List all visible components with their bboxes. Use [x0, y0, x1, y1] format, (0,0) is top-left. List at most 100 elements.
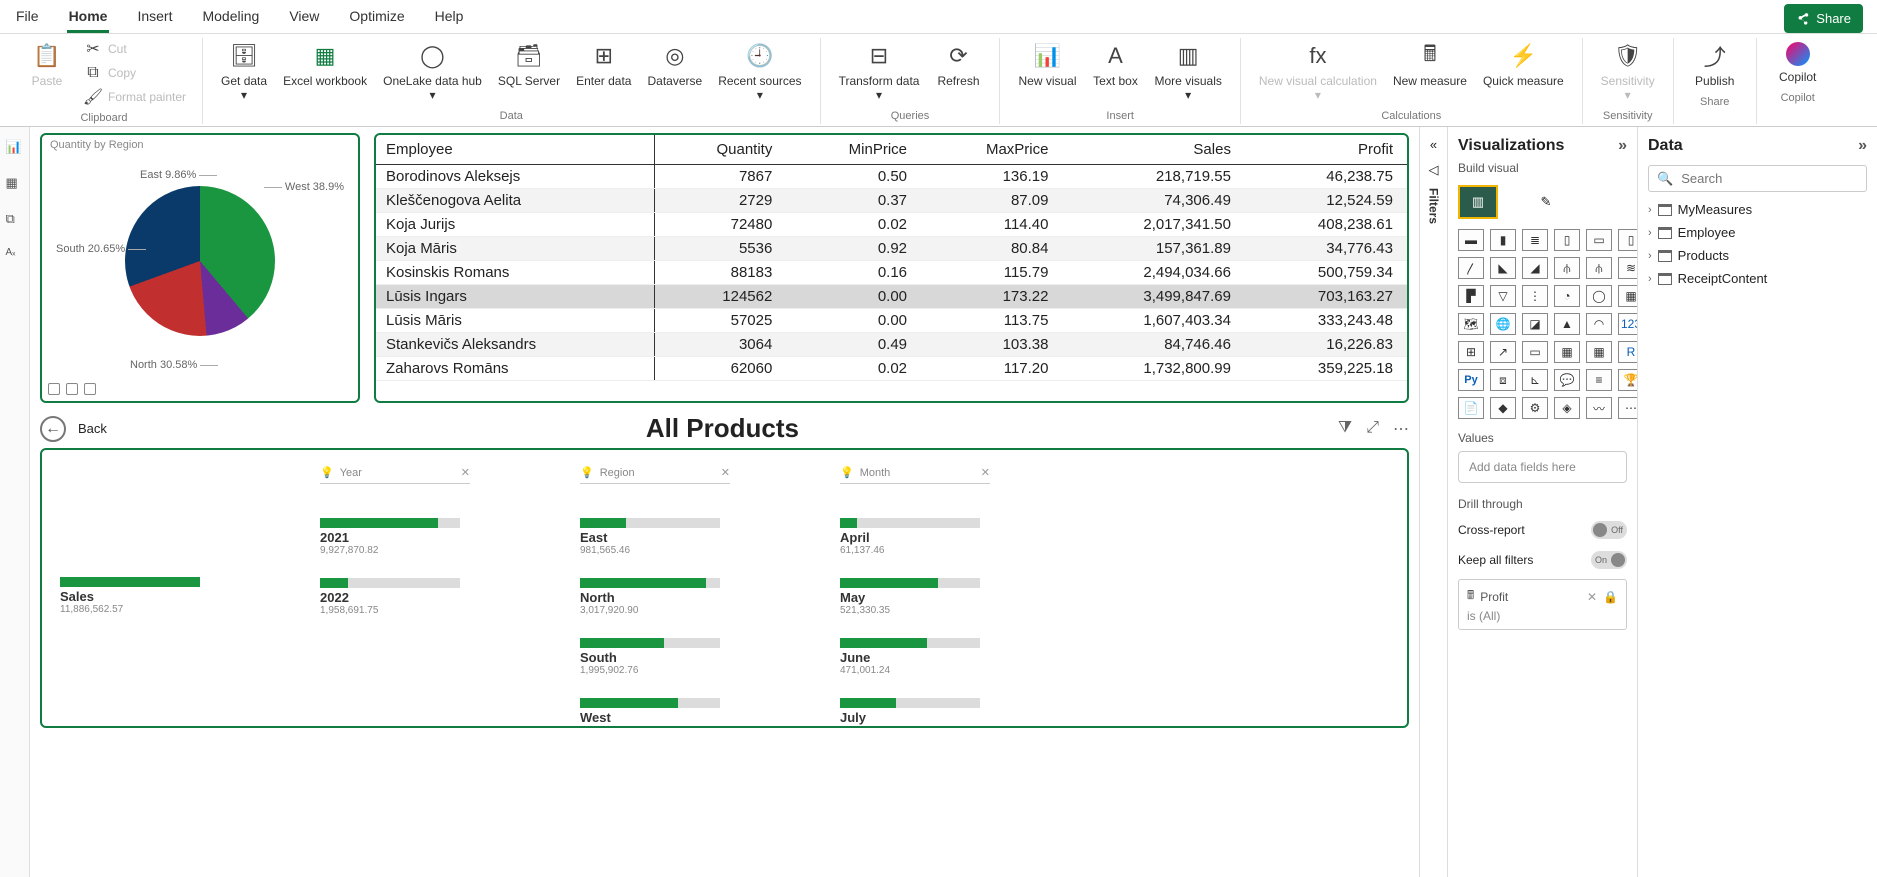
decomp-header[interactable]: 💡Month✕: [840, 466, 990, 484]
decomp-header[interactable]: 💡Year✕: [320, 466, 470, 484]
slicer-icon[interactable]: ▭: [1522, 341, 1548, 363]
multi-card-icon[interactable]: ⊞: [1458, 341, 1484, 363]
remove-drill-field-icon[interactable]: ✕: [1587, 590, 1597, 604]
focus-icon[interactable]: ⤢: [1366, 419, 1379, 439]
cut-button[interactable]: ✂Cut: [78, 38, 192, 60]
table-employee[interactable]: ›Employee: [1648, 225, 1867, 240]
donut-icon[interactable]: ◯: [1586, 285, 1612, 307]
line-clustered-icon[interactable]: ⫛: [1586, 257, 1612, 279]
table-row[interactable]: Borodinovs Aleksejs78670.50136.19218,719…: [376, 165, 1407, 189]
table-row[interactable]: Stankevičs Aleksandrs30640.49103.3884,74…: [376, 333, 1407, 357]
table-row[interactable]: Koja Jurijs724800.02114.402,017,341.5040…: [376, 213, 1407, 237]
get-data-button[interactable]: 🗄Get data▾: [213, 38, 275, 106]
remove-level-icon[interactable]: ✕: [981, 466, 990, 479]
scatter-icon[interactable]: ⋮: [1522, 285, 1548, 307]
col-minprice[interactable]: MinPrice: [786, 135, 921, 165]
share-button[interactable]: Share: [1784, 4, 1863, 33]
keep-filters-toggle[interactable]: On: [1591, 551, 1627, 569]
remove-level-icon[interactable]: ✕: [721, 466, 730, 479]
matrix-icon[interactable]: ▦: [1586, 341, 1612, 363]
model-view-icon[interactable]: ⧉: [6, 211, 24, 229]
pie-chart[interactable]: [125, 186, 275, 336]
stacked-column-icon[interactable]: ▮: [1490, 229, 1516, 251]
filters-icon[interactable]: ◁: [1429, 162, 1439, 178]
table-row[interactable]: Kosinskis Romans881830.16115.792,494,034…: [376, 261, 1407, 285]
build-visual-tab[interactable]: ▥: [1458, 185, 1498, 219]
copy-button[interactable]: ⧉Copy: [78, 62, 192, 84]
new-visual-button[interactable]: 📊New visual: [1010, 38, 1084, 106]
filter-icon[interactable]: ⧩: [1338, 419, 1352, 439]
col-maxprice[interactable]: MaxPrice: [921, 135, 1062, 165]
decomposition-visual[interactable]: Sales11,886,562.57 💡Year✕ 20219,927,870.82…: [40, 448, 1409, 728]
area-icon[interactable]: ◣: [1490, 257, 1516, 279]
decomp-node[interactable]: 20219,927,870.82: [320, 518, 470, 556]
line-icon[interactable]: 〳: [1458, 257, 1484, 279]
stacked-bar-icon[interactable]: ▬: [1458, 229, 1484, 251]
col-profit[interactable]: Profit: [1245, 135, 1407, 165]
decomp-node[interactable]: June471,001.24: [840, 638, 990, 676]
decomp-node[interactable]: Sales11,886,562.57: [60, 577, 210, 615]
report-view-icon[interactable]: 📊: [6, 139, 24, 157]
pie-icon[interactable]: ◔: [1554, 285, 1580, 307]
expand-filters-icon[interactable]: «: [1430, 137, 1437, 152]
menu-tab-file[interactable]: File: [14, 4, 41, 33]
values-well[interactable]: Add data fields here: [1458, 451, 1627, 483]
decomp-node[interactable]: South1,995,902.76: [580, 638, 730, 676]
back-label[interactable]: Back: [78, 421, 107, 436]
powerapps-icon[interactable]: ◆: [1490, 397, 1516, 419]
recent-sources-button[interactable]: 🕘Recent sources▾: [710, 38, 809, 106]
gauge-icon[interactable]: ◠: [1586, 313, 1612, 335]
search-box[interactable]: 🔍: [1648, 165, 1867, 192]
key-influencers-icon[interactable]: ⧈: [1490, 369, 1516, 391]
decomp-node[interactable]: North3,017,920.90: [580, 578, 730, 616]
sensitivity-button[interactable]: 🛡Sensitivity▾: [1593, 38, 1663, 106]
refresh-button[interactable]: ⟳Refresh: [927, 38, 989, 106]
decomp-node[interactable]: West: [580, 698, 730, 725]
text-box-button[interactable]: AText box: [1085, 38, 1147, 106]
enter-data-button[interactable]: ⊞Enter data: [568, 38, 639, 106]
narrative-icon[interactable]: ≡: [1586, 369, 1612, 391]
azure-map-icon[interactable]: ▲: [1554, 313, 1580, 335]
drill-field-card[interactable]: 🖩 Profit ✕ 🔒 is (All): [1458, 579, 1627, 630]
copilot-button[interactable]: Copilot: [1767, 38, 1829, 88]
employee-table[interactable]: EmployeeQuantityMinPriceMaxPriceSalesPro…: [376, 135, 1407, 381]
clustered-bar-icon[interactable]: ≣: [1522, 229, 1548, 251]
table-row[interactable]: Lūsis Māris570250.00113.751,607,403.3433…: [376, 309, 1407, 333]
stacked-area-icon[interactable]: ◢: [1522, 257, 1548, 279]
new-measure-button[interactable]: 🖩New measure: [1385, 38, 1475, 106]
kpi-icon[interactable]: ↗: [1490, 341, 1516, 363]
paste-button[interactable]: 📋 Paste: [16, 38, 78, 108]
line-column-icon[interactable]: ⫛: [1554, 257, 1580, 279]
decomp-node[interactable]: 20221,958,691.75: [320, 578, 470, 616]
table-row[interactable]: Zaharovs Romāns620600.02117.201,732,800.…: [376, 357, 1407, 381]
visual-calculation-button[interactable]: fxNew visual calculation▾: [1251, 38, 1385, 106]
collapse-viz-icon[interactable]: »: [1618, 137, 1627, 155]
qa-icon[interactable]: 💬: [1554, 369, 1580, 391]
filled-map-icon[interactable]: 🌐: [1490, 313, 1516, 335]
sparkline-icon[interactable]: 〰: [1586, 397, 1612, 419]
onelake-button[interactable]: ◯OneLake data hub▾: [375, 38, 490, 106]
table-mymeasures[interactable]: ›MyMeasures: [1648, 202, 1867, 217]
shape-map-icon[interactable]: ◪: [1522, 313, 1548, 335]
decomposition-icon[interactable]: ⊾: [1522, 369, 1548, 391]
menu-tab-view[interactable]: View: [287, 4, 321, 33]
sql-server-button[interactable]: 🗃SQL Server: [490, 38, 568, 106]
employee-table-visual[interactable]: EmployeeQuantityMinPriceMaxPriceSalesPro…: [374, 133, 1409, 403]
excel-workbook-button[interactable]: ▦Excel workbook: [275, 38, 375, 106]
table-products[interactable]: ›Products: [1648, 248, 1867, 263]
publish-button[interactable]: ⤴Publish: [1684, 38, 1746, 92]
arcgis-icon[interactable]: ◈: [1554, 397, 1580, 419]
paginated-icon[interactable]: 📄: [1458, 397, 1484, 419]
automate-icon[interactable]: ⚙: [1522, 397, 1548, 419]
more-visuals-button[interactable]: ▥More visuals▾: [1147, 38, 1230, 106]
funnel-icon[interactable]: ▽: [1490, 285, 1516, 307]
quick-measure-button[interactable]: ⚡Quick measure: [1475, 38, 1572, 106]
remove-level-icon[interactable]: ✕: [461, 466, 470, 479]
dax-view-icon[interactable]: Aₓ: [6, 247, 24, 265]
decomp-node[interactable]: April61,137.46: [840, 518, 990, 556]
back-button[interactable]: ←: [40, 416, 66, 442]
search-input[interactable]: [1679, 170, 1859, 187]
clustered-column-icon[interactable]: ▯: [1554, 229, 1580, 251]
waterfall-icon[interactable]: ▛: [1458, 285, 1484, 307]
col-sales[interactable]: Sales: [1062, 135, 1244, 165]
